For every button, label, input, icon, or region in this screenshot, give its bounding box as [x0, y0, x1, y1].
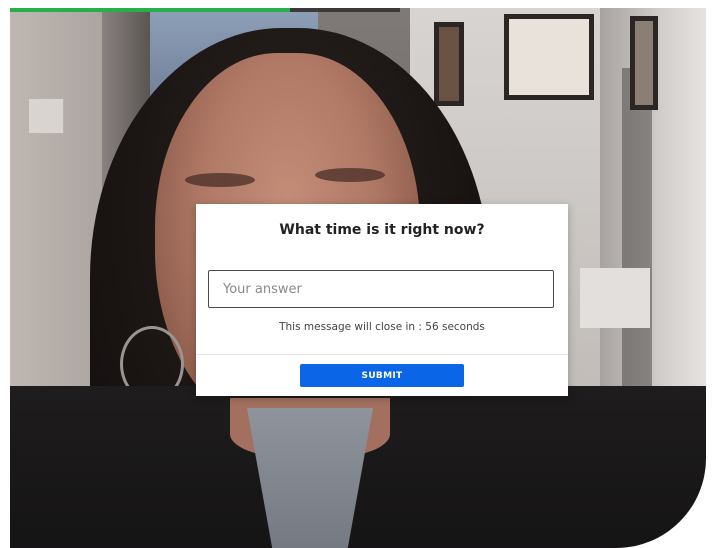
video-progress-bar — [10, 8, 290, 12]
dialog-divider — [196, 354, 568, 355]
light-switch — [28, 98, 64, 134]
dialog-title: What time is it right now? — [279, 222, 485, 238]
framed-picture-right — [630, 16, 658, 110]
framed-picture-left — [434, 22, 464, 106]
answer-input[interactable] — [208, 270, 554, 308]
background-shelf — [580, 268, 650, 328]
countdown-message: This message will close in : 56 seconds — [279, 321, 485, 333]
person-eyebrow-right — [315, 168, 385, 182]
submit-button[interactable]: SUBMIT — [300, 364, 464, 387]
framed-certificate — [504, 14, 594, 100]
top-strip — [290, 8, 400, 12]
question-dialog: What time is it right now? This message … — [196, 204, 568, 396]
person-eyebrow-left — [185, 173, 255, 187]
screen: What time is it right now? This message … — [0, 0, 715, 548]
